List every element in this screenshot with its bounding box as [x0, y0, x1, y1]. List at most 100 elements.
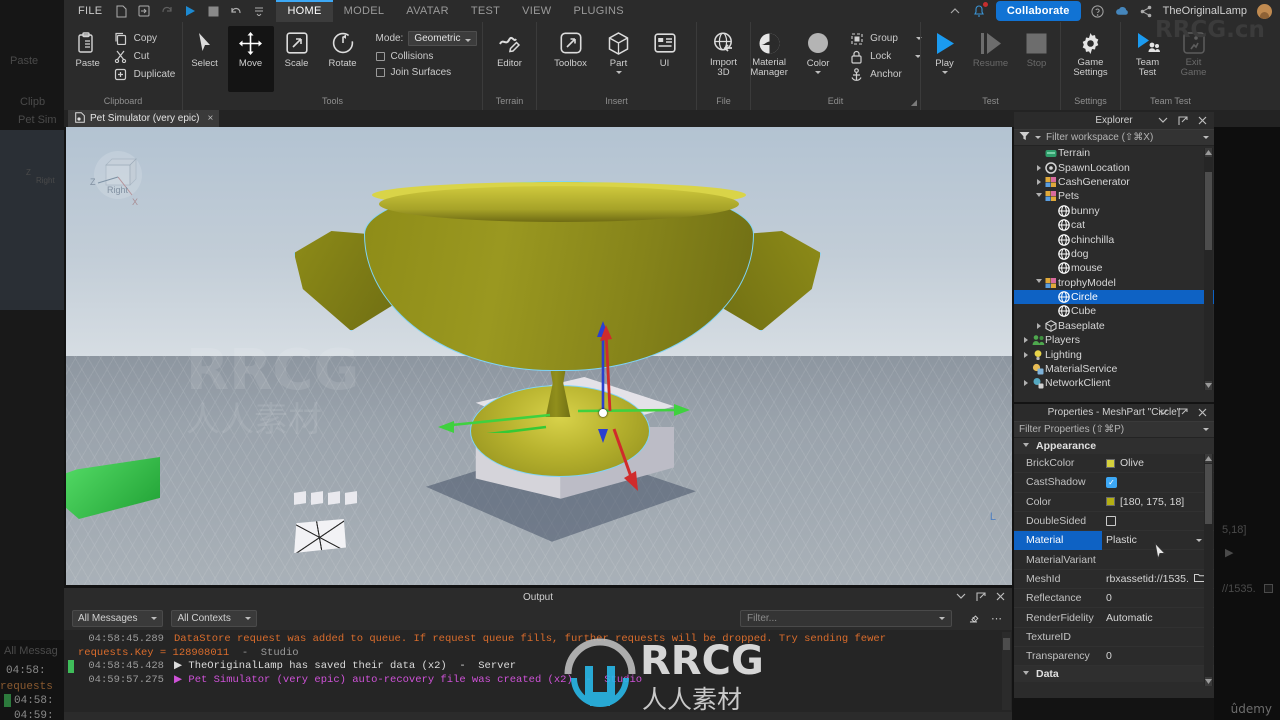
output-line-continuation[interactable]: requests.Key = 128908011 - Studio [64, 647, 1012, 661]
chevron-down-icon[interactable] [1203, 428, 1209, 431]
terrain-editor-button[interactable]: Editor [487, 26, 533, 69]
chevron-right-icon[interactable] [1033, 322, 1044, 329]
collaborate-button[interactable]: Collaborate [995, 1, 1081, 21]
chevron-down-icon[interactable] [1020, 442, 1031, 450]
close-icon[interactable] [1197, 407, 1208, 418]
property-value-cell[interactable]: [180, 175, 18] [1102, 496, 1214, 508]
tab-avatar[interactable]: AVATAR [395, 0, 460, 22]
explorer-tree[interactable]: Terrain SpawnLocation CashGenerator Pets bun… [1014, 146, 1214, 392]
new-file-icon[interactable] [114, 4, 128, 18]
scroll-up-icon[interactable] [1205, 148, 1212, 157]
property-row-meshid[interactable]: MeshId rbxassetid://1535. [1014, 570, 1214, 590]
chevron-down-icon[interactable] [1157, 115, 1168, 126]
output-scrollbar[interactable] [1002, 632, 1011, 710]
tab-home[interactable]: HOME [276, 0, 333, 22]
chevron-down-icon[interactable] [955, 591, 966, 602]
chevron-right-icon[interactable] [1033, 164, 1044, 171]
property-value-cell[interactable]: 0 [1102, 650, 1214, 662]
explorer-filter-input[interactable]: Filter workspace (⇧⌘X) [1014, 129, 1214, 146]
explorer-item-cube[interactable]: Cube [1014, 304, 1214, 318]
chevron-down-icon[interactable] [1033, 192, 1044, 200]
scroll-down-icon[interactable] [1205, 677, 1212, 686]
explorer-item-dog[interactable]: dog [1014, 247, 1214, 261]
output-scrollbar-thumb[interactable] [1003, 638, 1010, 650]
chevron-down-icon[interactable] [1157, 407, 1168, 418]
join-surfaces-checkbox-row[interactable]: Join Surfaces [375, 67, 478, 78]
collisions-checkbox-row[interactable]: Collisions [375, 51, 478, 62]
property-category-appearance[interactable]: Appearance [1014, 438, 1214, 454]
explorer-item-terrain[interactable]: Terrain [1014, 146, 1214, 160]
notification-bell-icon[interactable] [972, 1, 989, 18]
view-cube-gizmo[interactable]: Z Right X [90, 149, 156, 209]
play-icon[interactable] [183, 4, 197, 18]
property-value-cell[interactable] [1102, 516, 1214, 527]
customize-qat-icon[interactable] [252, 4, 266, 18]
document-tab-pet-simulator[interactable]: Pet Simulator (very epic) × [68, 110, 220, 127]
tab-view[interactable]: VIEW [511, 0, 562, 22]
chevron-up-icon[interactable] [948, 4, 962, 18]
close-icon[interactable] [995, 591, 1006, 602]
cloud-icon[interactable] [1115, 4, 1129, 18]
chevron-down-icon[interactable] [1033, 279, 1044, 286]
edit-group-expander-icon[interactable]: ◢ [911, 98, 917, 107]
property-row-doublesided[interactable]: DoubleSided [1014, 512, 1214, 532]
property-row-textureid[interactable]: TextureID [1014, 628, 1214, 647]
explorer-item-spawnlocation[interactable]: SpawnLocation [1014, 160, 1214, 174]
color-swatch[interactable] [1106, 497, 1115, 507]
output-line[interactable]: 04:58:45.428 ▶ TheOriginalLamp has saved… [64, 660, 1012, 674]
import-3d-button[interactable]: Import 3D [701, 26, 747, 78]
property-row-reflectance[interactable]: Reflectance 0 [1014, 589, 1214, 609]
team-test-button[interactable]: Team Test [1125, 26, 1171, 78]
gizmo-axis-green[interactable] [428, 397, 698, 433]
property-row-material[interactable]: Material Plastic [1014, 530, 1214, 551]
property-row-castshadow[interactable]: CastShadow ✓ [1014, 473, 1214, 493]
gizmo-center-handle[interactable] [599, 409, 607, 417]
more-options-icon[interactable]: ⋯ [991, 613, 1002, 625]
property-row-transparency[interactable]: Transparency 0 [1014, 647, 1214, 667]
property-value-cell[interactable]: Olive [1102, 457, 1214, 469]
property-row-materialvariant[interactable]: MaterialVariant [1014, 550, 1214, 570]
property-value-cell[interactable]: 0 [1102, 592, 1214, 604]
join-surfaces-checkbox[interactable] [375, 68, 385, 77]
property-row-brickcolor[interactable]: BrickColor Olive [1014, 454, 1214, 474]
chevron-down-icon[interactable] [939, 616, 945, 620]
explorer-item-bunny[interactable]: bunny [1014, 204, 1214, 218]
explorer-item-pets[interactable]: Pets [1014, 189, 1214, 203]
explorer-item-mouse[interactable]: mouse [1014, 261, 1214, 275]
tab-plugins[interactable]: PLUGINS [562, 0, 634, 22]
contexts-filter-dropdown[interactable]: All Contexts [171, 609, 257, 627]
explorer-item-cat[interactable]: cat [1014, 218, 1214, 232]
exit-game-button[interactable]: Exit Game [1171, 26, 1217, 78]
resume-button[interactable]: Resume [968, 26, 1014, 69]
close-icon[interactable] [1197, 115, 1208, 126]
scale-tool-button[interactable]: Scale [274, 26, 320, 69]
explorer-item-baseplate[interactable]: Baseplate [1014, 319, 1214, 333]
play-button[interactable]: Play [922, 26, 968, 74]
material-manager-button[interactable]: Material Manager [743, 26, 795, 78]
popout-icon[interactable] [1177, 115, 1188, 126]
gizmo-axis-red[interactable] [566, 323, 656, 493]
paste-button[interactable]: Paste [65, 26, 111, 69]
chevron-down-icon[interactable] [1035, 136, 1041, 139]
lock-button[interactable]: Lock [849, 49, 922, 64]
anchor-button[interactable]: Anchor [849, 67, 922, 82]
clear-output-icon[interactable] [968, 613, 979, 624]
redo-icon[interactable] [160, 4, 174, 18]
explorer-scrollbar-thumb[interactable] [1205, 172, 1212, 250]
close-icon[interactable]: × [207, 113, 213, 124]
open-file-icon[interactable] [137, 4, 151, 18]
cut-button[interactable]: Cut [113, 49, 176, 64]
property-category-data[interactable]: Data [1014, 666, 1214, 683]
output-line[interactable]: 04:58:45.289 DataStore request was added… [64, 633, 1012, 647]
chevron-down-icon[interactable] [1203, 136, 1209, 139]
property-value-cell[interactable]: ✓ [1102, 476, 1214, 488]
scroll-down-icon[interactable] [1205, 381, 1212, 390]
color-swatch[interactable] [1106, 458, 1115, 468]
explorer-item-circle[interactable]: Circle [1014, 289, 1214, 305]
select-tool-button[interactable]: Select [182, 26, 228, 69]
messages-filter-dropdown[interactable]: All Messages [72, 609, 164, 627]
popout-icon[interactable] [1177, 407, 1188, 418]
property-row-renderfidelity[interactable]: RenderFidelity Automatic [1014, 608, 1214, 628]
part-button[interactable]: Part [596, 26, 642, 74]
stop-button[interactable]: Stop [1014, 26, 1060, 69]
